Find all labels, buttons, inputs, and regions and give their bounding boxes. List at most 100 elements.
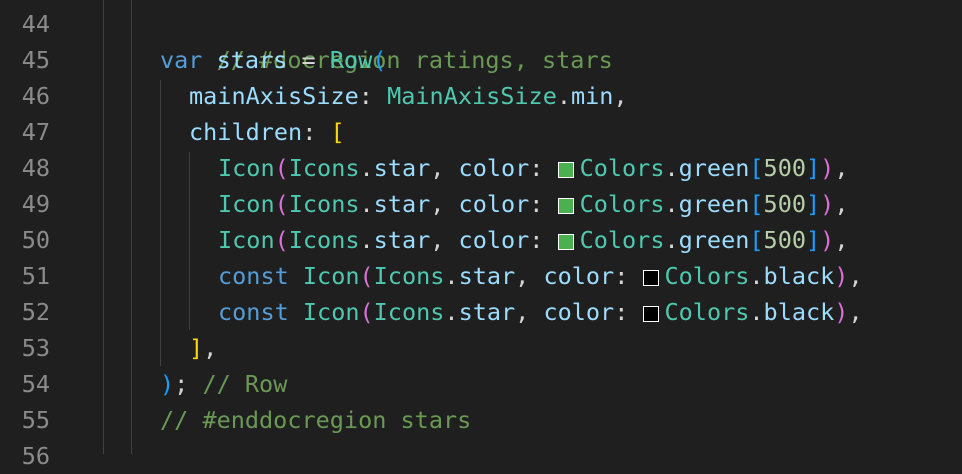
comment: // #enddocregion stars bbox=[160, 406, 472, 434]
punctuation: . bbox=[359, 226, 374, 254]
number: 500 bbox=[763, 190, 806, 218]
property: color bbox=[458, 154, 530, 182]
punctuation: ; bbox=[174, 370, 189, 398]
punctuation: : bbox=[529, 190, 558, 218]
code-line-55[interactable]: // #enddocregion stars bbox=[160, 402, 471, 438]
line-number: 56 bbox=[21, 442, 50, 470]
code-line-52[interactable]: const Icon(Icons.star, color: Colors.bla… bbox=[218, 294, 863, 330]
punctuation: , bbox=[613, 82, 628, 110]
punctuation: . bbox=[359, 190, 374, 218]
punctuation: . bbox=[664, 226, 679, 254]
line-number: 52 bbox=[21, 298, 50, 326]
bracket: ( bbox=[372, 46, 387, 74]
comment: // Row bbox=[202, 370, 288, 398]
bracket: ] bbox=[806, 154, 821, 182]
color-swatch-icon[interactable] bbox=[557, 234, 574, 250]
code-line-50[interactable]: Icon(Icons.star, color: Colors.green[500… bbox=[218, 222, 848, 258]
color-swatch-icon[interactable] bbox=[642, 306, 659, 322]
bracket: ( bbox=[274, 154, 289, 182]
type-name: Colors bbox=[579, 154, 665, 182]
type-name: Colors bbox=[664, 298, 750, 326]
punctuation: , bbox=[834, 190, 849, 218]
punctuation: : bbox=[358, 82, 388, 110]
punctuation: . bbox=[444, 262, 459, 290]
bracket: [ bbox=[749, 154, 764, 182]
punctuation: , bbox=[430, 154, 459, 182]
bracket: [ bbox=[749, 190, 764, 218]
keyword: const bbox=[218, 298, 289, 326]
type-name: Colors bbox=[579, 190, 665, 218]
punctuation: , bbox=[515, 298, 544, 326]
property: mainAxisSize bbox=[189, 82, 359, 110]
bracket: ] bbox=[806, 226, 821, 254]
line-number: 49 bbox=[21, 190, 50, 218]
type-name: Icons bbox=[373, 262, 445, 290]
function-call: Icon bbox=[218, 154, 275, 182]
bracket: ) bbox=[160, 370, 175, 398]
code-line-44[interactable]: // #docregion ratings, stars bbox=[160, 6, 613, 74]
punctuation: : bbox=[614, 262, 643, 290]
property: color bbox=[543, 262, 615, 290]
property: color bbox=[458, 226, 530, 254]
code-line-48[interactable]: Icon(Icons.star, color: Colors.green[500… bbox=[218, 150, 848, 186]
type-name: Icons bbox=[288, 226, 360, 254]
line-number: 44 bbox=[21, 10, 50, 38]
bracket: ( bbox=[274, 190, 289, 218]
type-name: Icons bbox=[373, 298, 445, 326]
punctuation: . bbox=[444, 298, 459, 326]
punctuation: : bbox=[302, 118, 331, 146]
punctuation: . bbox=[664, 190, 679, 218]
punctuation: , bbox=[834, 154, 849, 182]
punctuation: . bbox=[749, 298, 764, 326]
property: color bbox=[543, 298, 615, 326]
bracket: ( bbox=[274, 226, 289, 254]
member: star bbox=[373, 226, 431, 254]
bracket: [ bbox=[330, 118, 345, 146]
member: min bbox=[571, 82, 614, 110]
punctuation: , bbox=[848, 262, 863, 290]
code-line-51[interactable]: const Icon(Icons.star, color: Colors.bla… bbox=[218, 258, 863, 294]
indent-guide bbox=[160, 80, 161, 366]
function-call: Icon bbox=[218, 226, 275, 254]
punctuation: , bbox=[834, 226, 849, 254]
code-line-46[interactable]: mainAxisSize: MainAxisSize.min, bbox=[189, 78, 628, 114]
punctuation: : bbox=[529, 226, 558, 254]
property: children bbox=[189, 118, 303, 146]
code-line-45[interactable]: var stars = Row( bbox=[160, 42, 386, 78]
bracket: ) bbox=[820, 190, 835, 218]
member: black bbox=[763, 298, 835, 326]
member: green bbox=[678, 226, 750, 254]
member: star bbox=[458, 298, 516, 326]
function-call: Row bbox=[329, 46, 373, 74]
member: green bbox=[678, 190, 750, 218]
bracket: ( bbox=[359, 262, 374, 290]
line-number: 46 bbox=[21, 82, 50, 110]
punctuation: , bbox=[515, 262, 544, 290]
type-name: Colors bbox=[664, 262, 750, 290]
line-number: 47 bbox=[21, 118, 50, 146]
color-swatch-icon[interactable] bbox=[642, 270, 659, 286]
bracket: ) bbox=[820, 226, 835, 254]
type-name: Colors bbox=[579, 226, 665, 254]
line-number: 45 bbox=[21, 46, 50, 74]
code-line-49[interactable]: Icon(Icons.star, color: Colors.green[500… bbox=[218, 186, 848, 222]
color-swatch-icon[interactable] bbox=[557, 162, 574, 178]
punctuation: . bbox=[749, 262, 764, 290]
code-line-53[interactable]: ], bbox=[189, 330, 217, 366]
code-line-47[interactable]: children: [ bbox=[189, 114, 345, 150]
punctuation: . bbox=[664, 154, 679, 182]
code-line-54[interactable]: ); // Row bbox=[160, 366, 287, 402]
punctuation: , bbox=[430, 226, 459, 254]
punctuation: : bbox=[614, 298, 643, 326]
punctuation: . bbox=[359, 154, 374, 182]
indent-guide bbox=[189, 152, 190, 330]
indent-guide bbox=[131, 0, 132, 454]
punctuation: , bbox=[848, 298, 863, 326]
bracket: ] bbox=[806, 190, 821, 218]
number: 500 bbox=[763, 154, 806, 182]
keyword: var bbox=[160, 46, 203, 74]
type-name: Icons bbox=[288, 154, 360, 182]
member: star bbox=[373, 190, 431, 218]
color-swatch-icon[interactable] bbox=[557, 198, 574, 214]
code-editor[interactable]: 44 45 46 47 48 49 50 51 52 53 54 55 56 /… bbox=[0, 0, 962, 470]
